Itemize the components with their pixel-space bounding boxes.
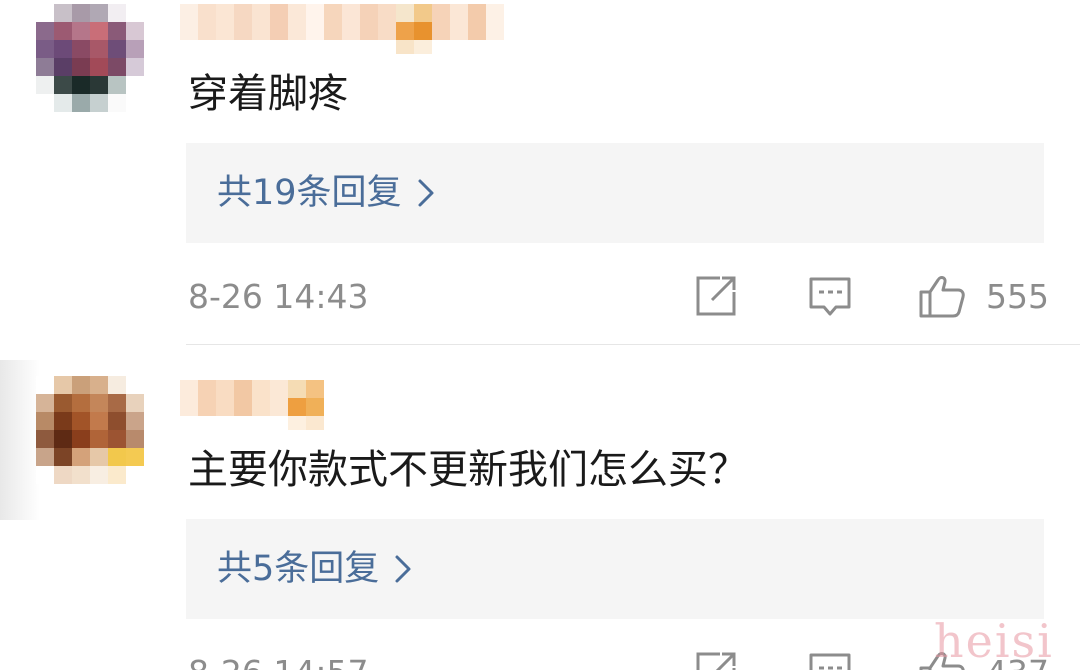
like-count: 555 bbox=[986, 277, 1049, 316]
left-edge-shadow bbox=[0, 360, 40, 520]
share-icon[interactable] bbox=[692, 648, 740, 670]
comment-feed: 穿着脚疼 共19条回复 8-26 14:43 555 主要你款式不更新我们怎么买… bbox=[0, 0, 1080, 670]
share-icon[interactable] bbox=[692, 272, 740, 320]
comment-icon[interactable] bbox=[806, 648, 854, 670]
username-pixelated[interactable] bbox=[180, 4, 576, 40]
timestamp: 8-26 14:57 bbox=[188, 656, 369, 670]
reply-count-label: 共19条回复 bbox=[217, 172, 402, 213]
chevron-right-icon bbox=[418, 179, 434, 207]
comment-text: 穿着脚疼 bbox=[188, 71, 348, 117]
view-replies-link[interactable]: 共5条回复 bbox=[217, 551, 415, 587]
chevron-right-icon bbox=[395, 555, 411, 583]
comment-actions-row: 8-26 14:57 437 bbox=[0, 648, 1080, 670]
comment-divider bbox=[186, 344, 1080, 345]
timestamp: 8-26 14:43 bbox=[188, 277, 369, 316]
view-replies-link[interactable]: 共19条回复 bbox=[217, 175, 438, 211]
comment-icon[interactable] bbox=[806, 272, 854, 320]
username-pixelated[interactable] bbox=[180, 380, 288, 416]
comment-text: 主要你款式不更新我们怎么买？ bbox=[188, 447, 748, 493]
reply-count-label: 共5条回复 bbox=[217, 548, 380, 589]
avatar-pixelated[interactable] bbox=[36, 4, 144, 112]
avatar-pixelated[interactable] bbox=[36, 376, 144, 484]
replies-panel[interactable]: 共5条回复 bbox=[186, 519, 1044, 619]
replies-panel[interactable]: 共19条回复 bbox=[186, 143, 1044, 243]
like-icon[interactable] bbox=[918, 272, 966, 320]
watermark: heisi bbox=[934, 614, 1054, 668]
vip-badge-pixelated bbox=[288, 380, 324, 430]
vip-badge-pixelated bbox=[396, 4, 432, 54]
comment-actions-row: 8-26 14:43 555 bbox=[0, 272, 1080, 322]
